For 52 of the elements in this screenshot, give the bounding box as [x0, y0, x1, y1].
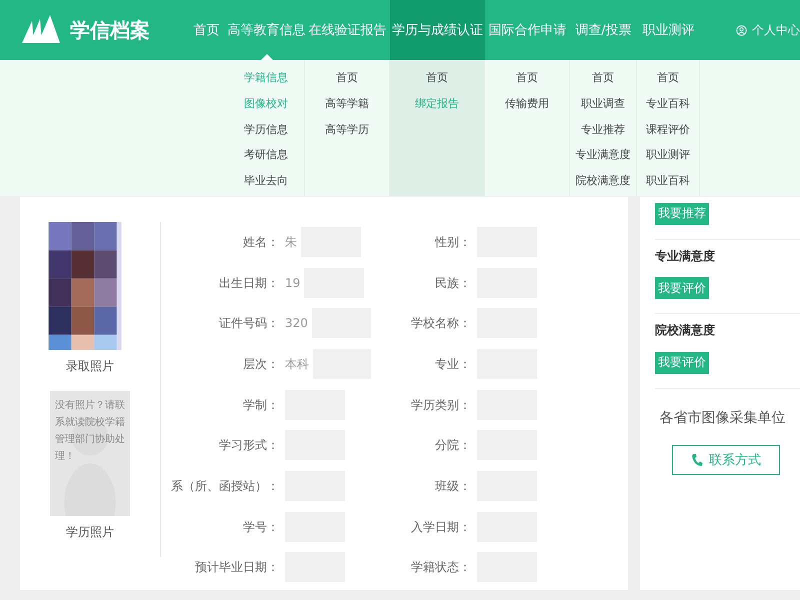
- field-label: 入学日期：: [410, 518, 471, 536]
- menu-item[interactable]: 首页: [516, 67, 538, 93]
- field-label: 民族：: [434, 274, 471, 292]
- user-icon: [736, 24, 747, 36]
- field-label: 学号：: [242, 518, 279, 536]
- menu-item[interactable]: 首页: [657, 67, 679, 93]
- photo-label: 学历照片: [66, 524, 114, 541]
- field-label: 出生日期：: [218, 274, 279, 292]
- logo-icon: [20, 15, 62, 45]
- menu-item[interactable]: 首页: [336, 67, 358, 93]
- menu-item[interactable]: 专业推荐: [581, 118, 625, 144]
- menu-item[interactable]: 专业满意度: [576, 144, 630, 170]
- collection-title: 各省市图像采集单位: [658, 408, 786, 426]
- field-label: 专业：: [434, 356, 471, 373]
- field-value: 19: [285, 274, 300, 292]
- field-label: 系（所、函授站）：: [170, 478, 279, 495]
- field-label: 证件号码：: [218, 315, 279, 332]
- menu-item[interactable]: 专业百科: [646, 92, 690, 119]
- field-label: 学制：: [242, 396, 279, 414]
- logo-text: 学信档案: [70, 16, 150, 44]
- menu-item[interactable]: 传输费用: [505, 93, 549, 119]
- field-value: 320: [285, 315, 308, 332]
- menu-item[interactable]: 考研信息: [244, 144, 288, 170]
- placeholder-text: 没有照片？请联系就读院校学籍管理部门协助处理！: [54, 398, 126, 464]
- menu-item[interactable]: 首页: [592, 67, 614, 93]
- field-value: 本科: [285, 356, 309, 373]
- field-label: 层次：: [242, 356, 279, 373]
- field-label: 学习形式：: [218, 437, 279, 454]
- section-title: 院校满意度: [655, 322, 716, 339]
- menu-item[interactable]: 职业测评: [646, 144, 690, 170]
- section-title: 专业满意度: [655, 248, 716, 264]
- menu-item[interactable]: 课程评价: [646, 118, 690, 144]
- field-label: 学历类别：: [410, 396, 471, 414]
- field-label: 学校名称：: [410, 315, 471, 332]
- field-label: 分院：: [434, 437, 471, 454]
- menu-item[interactable]: 学历信息: [244, 118, 288, 144]
- field-label: 学籍状态：: [410, 559, 471, 576]
- menu-item[interactable]: 毕业去向: [244, 170, 288, 196]
- menu-item[interactable]: 院校满意度: [576, 170, 630, 196]
- field-value: 朱: [285, 234, 297, 251]
- field-label: 姓名：: [242, 234, 279, 251]
- menu-item[interactable]: 职业百科: [646, 170, 690, 196]
- phone-icon: [691, 452, 703, 466]
- menu-item[interactable]: 职业调查: [581, 92, 625, 119]
- menu-item[interactable]: 高等学籍: [325, 93, 369, 119]
- nav-tab[interactable]: 学历与成绩认证: [390, 0, 485, 60]
- field-label: 性别：: [434, 234, 471, 251]
- menu-item[interactable]: 高等学历: [325, 119, 369, 145]
- field-label: 班级：: [434, 478, 471, 495]
- menu-item[interactable]: 首页: [426, 67, 448, 93]
- photo-label: 录取照片: [66, 358, 114, 376]
- field-label: 预计毕业日期：: [194, 559, 279, 576]
